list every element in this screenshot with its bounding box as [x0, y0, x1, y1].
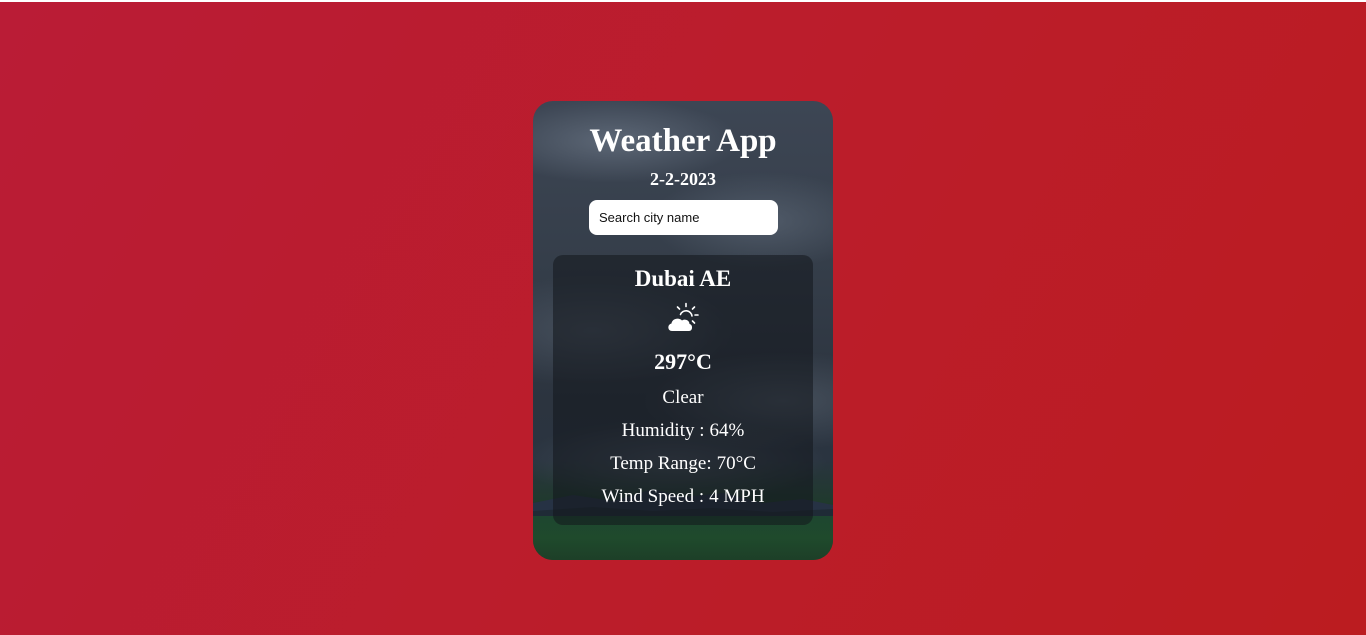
humidity-value: 64% — [709, 420, 745, 441]
wind-speed-value: 4 MPH — [709, 486, 765, 507]
temperature: 297°C — [654, 349, 712, 374]
top-strip — [0, 0, 1366, 2]
wind-speed-label: Wind Speed : — [601, 486, 705, 507]
city-name: Dubai AE — [634, 266, 732, 291]
humidity-label: Humidity : — [621, 420, 705, 441]
city-search-input[interactable] — [589, 200, 778, 235]
temp-range-label: Temp Range: — [610, 453, 712, 474]
weather-card: Weather App 2-2-2023 Dubai AE 297°C Clea… — [533, 101, 833, 560]
partly-cloudy-icon — [668, 302, 699, 331]
weather-condition: Clear — [662, 387, 704, 408]
weather-info-panel: Dubai AE 297°C Clear Humidity :64% Temp … — [553, 255, 813, 525]
humidity-row: Humidity :64% — [553, 419, 813, 443]
temp-range-value: 70°C — [716, 453, 756, 474]
wind-speed-row: Wind Speed :4 MPH — [553, 485, 813, 509]
current-date: 2-2-2023 — [650, 169, 716, 189]
app-title: Weather App — [589, 123, 777, 159]
temp-range-row: Temp Range: 70°C — [553, 452, 813, 476]
